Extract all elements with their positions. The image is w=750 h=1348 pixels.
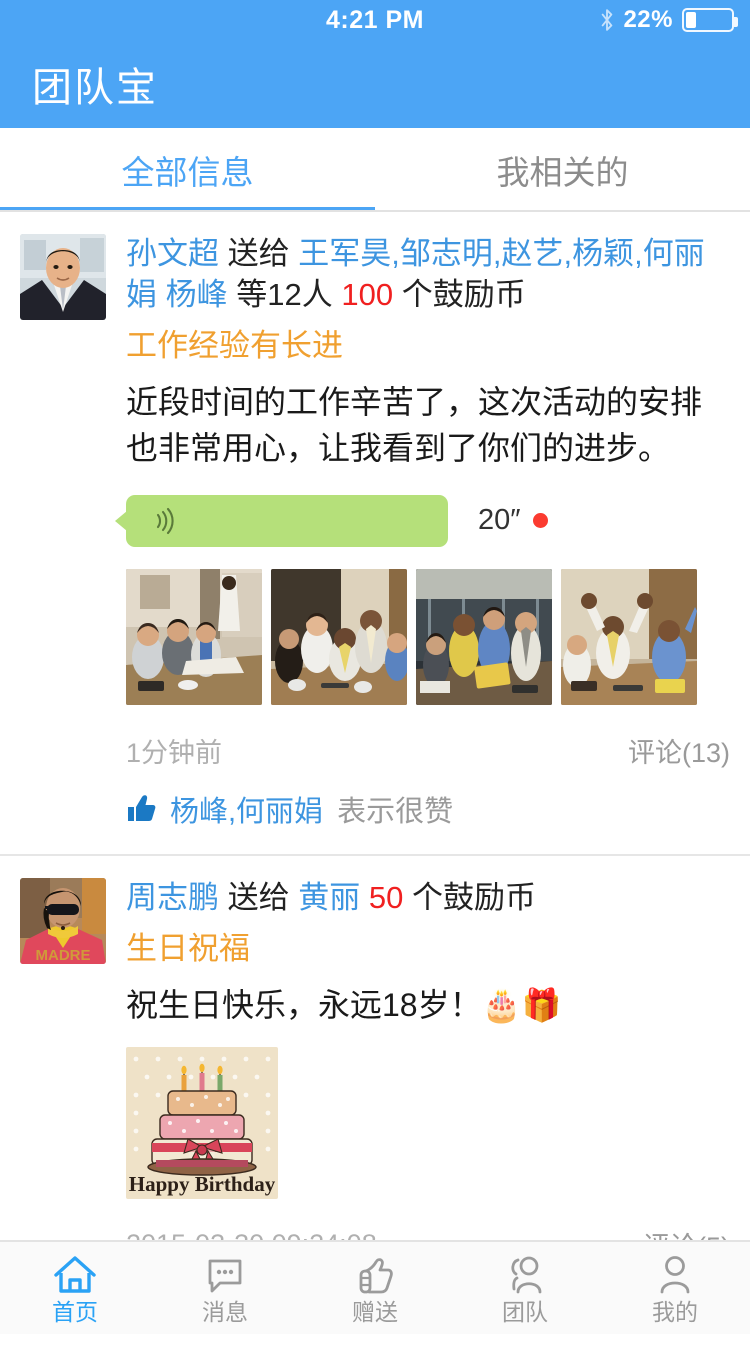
post-photo-strip [126, 568, 730, 705]
feed-post[interactable]: 孙文超 送给 王军昊,邹志明,赵艺,杨颖,何丽娟 杨峰 等12人 100 个鼓励… [0, 212, 750, 854]
post-comments-link[interactable]: 评论(13) [628, 731, 730, 770]
post-subject: 生日祝福 [126, 930, 250, 966]
bluetooth-icon [602, 9, 613, 31]
avatar-image-sunglasses-man: MADRE [20, 877, 106, 964]
photo-glass-wall-meeting [416, 568, 552, 705]
svg-text:Happy Birthday: Happy Birthday [129, 1172, 276, 1196]
post-likes-row[interactable]: 杨峰,何丽娟 表示很赞 [126, 788, 730, 854]
happy-birthday-card-image: Happy Birthday [126, 1046, 278, 1199]
post-verb: 送给 [227, 236, 290, 271]
tabbar-label-messages: 消息 [202, 1298, 248, 1325]
post-content: 祝生日快乐，永远18岁！🎂🎁 [126, 987, 562, 1024]
post-like-names[interactable]: 杨峰,何丽娟 [170, 788, 323, 830]
status-bar-time: 4:21 PM [326, 5, 424, 34]
status-bar: 4:21 PM 22% [0, 0, 750, 40]
feed-list: 孙文超 送给 王军昊,邹志明,赵艺,杨颖,何丽娟 杨峰 等12人 100 个鼓励… [0, 212, 750, 1348]
post-photo-thumbnail[interactable] [126, 568, 262, 705]
tab-all-messages-label: 全部信息 [121, 154, 254, 191]
tab-related-to-me[interactable]: 我相关的 [375, 128, 750, 212]
voice-duration: 20″ [478, 504, 548, 537]
voice-message-row[interactable]: 20″ [126, 494, 730, 547]
post-photo-thumbnail[interactable] [561, 568, 697, 705]
post-recipient-names[interactable]: 黄丽 [298, 880, 360, 915]
tab-all-messages[interactable]: 全部信息 [0, 128, 375, 212]
feed-tabs: 全部信息 我相关的 [0, 128, 750, 212]
post-content: 近段时间的工作辛苦了，这次活动的安排也非常用心，让我看到了你们的进步。 [126, 384, 703, 466]
tabbar-label-mine: 我的 [652, 1298, 698, 1325]
thumbs-up-icon [359, 1257, 393, 1293]
post-photo-thumbnail[interactable] [271, 568, 407, 705]
tab-related-to-me-label: 我相关的 [496, 154, 629, 191]
tabbar-label-home: 首页 [52, 1298, 98, 1325]
status-bar-right: 22% [600, 0, 738, 40]
post-verb: 送给 [227, 879, 290, 915]
post-sender-name[interactable]: 孙文超 [126, 236, 219, 271]
post-coin-unit: 个鼓励币 [411, 879, 536, 915]
photo-office-discussion [271, 568, 407, 705]
voice-unread-dot [532, 513, 548, 529]
post-subject: 工作经验有长进 [126, 327, 343, 363]
battery-icon [682, 8, 738, 32]
photo-meeting-table [126, 568, 262, 705]
tabbar-item-messages[interactable]: 消息 [150, 1242, 300, 1334]
battery-fill [686, 12, 696, 28]
tabbar-item-gift[interactable]: 赠送 [300, 1242, 450, 1334]
photo-celebration-hands-up [561, 568, 697, 705]
post-like-suffix: 表示很赞 [337, 795, 454, 828]
battery-percent-label: 22% [623, 6, 673, 33]
bottom-tab-bar: 首页 消息 赠送 团队 我的 [0, 1240, 750, 1334]
post-coin-amount: 50 [368, 879, 404, 915]
avatar[interactable]: MADRE [20, 877, 106, 964]
thumbs-up-icon [128, 795, 156, 821]
sound-wave-icon [156, 507, 174, 535]
chat-bubble-icon [208, 1259, 242, 1292]
voice-duration-label: 20″ [478, 504, 521, 537]
tabbar-label-gift: 赠送 [352, 1298, 398, 1325]
tabbar-item-team[interactable]: 团队 [450, 1242, 600, 1334]
tabbar-item-mine[interactable]: 我的 [600, 1242, 750, 1334]
people-icon [511, 1256, 542, 1293]
post-timestamp: 1分钟前 [126, 737, 223, 768]
post-coin-unit: 个鼓励币 [401, 276, 526, 312]
avatar-image-suit-man [20, 234, 106, 320]
person-icon [660, 1255, 690, 1293]
post-sender-name[interactable]: 周志鹏 [126, 880, 219, 915]
post-others-count: 等12人 [236, 276, 333, 312]
tabbar-item-home[interactable]: 首页 [0, 1242, 150, 1334]
home-icon [54, 1255, 96, 1293]
voice-message-bubble[interactable] [126, 494, 448, 547]
app-header: 团队宝 [0, 40, 750, 128]
post-photo-thumbnail[interactable] [416, 568, 552, 705]
svg-text:MADRE: MADRE [36, 947, 91, 964]
post-coin-amount: 100 [341, 276, 394, 312]
tabbar-label-team: 团队 [502, 1298, 548, 1325]
post-image[interactable]: Happy Birthday [126, 1046, 278, 1199]
post-meta-row: 1分钟前 评论(13) [126, 731, 730, 770]
page-title: 团队宝 [32, 66, 158, 110]
avatar[interactable] [20, 234, 106, 320]
post-headline: 周志鹏 送给 黄丽 50 个鼓励币 [126, 878, 730, 919]
post-headline: 孙文超 送给 王军昊,邹志明,赵艺,杨颖,何丽娟 杨峰 等12人 100 个鼓励… [126, 234, 730, 316]
